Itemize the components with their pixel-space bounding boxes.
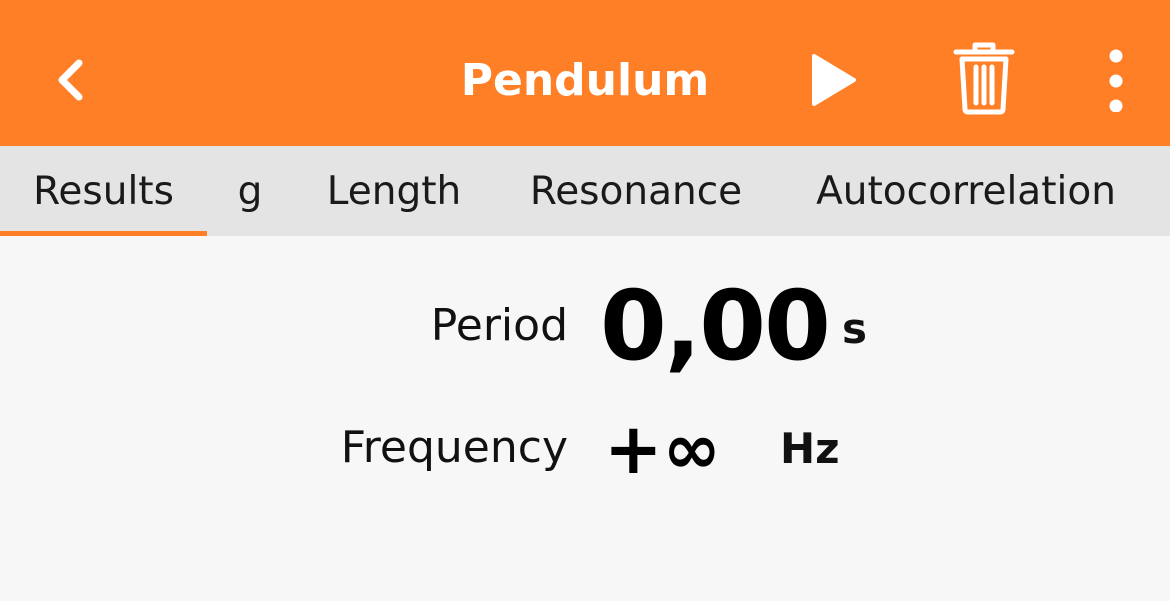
more-button[interactable]	[1090, 40, 1142, 120]
tab-label: g	[237, 168, 263, 214]
period-unit: s	[842, 304, 867, 353]
trash-icon	[953, 42, 1015, 115]
tab-label: Results	[33, 168, 174, 214]
play-button[interactable]	[798, 44, 868, 116]
tab-g[interactable]: g	[214, 146, 286, 236]
tab-label: Autocorrelation	[816, 168, 1116, 214]
frequency-label: Frequency	[340, 422, 568, 473]
frequency-value: +∞	[604, 408, 721, 490]
frequency-unit: Hz	[780, 424, 840, 473]
tab-label: Length	[326, 168, 462, 214]
tab-results[interactable]: Results	[0, 146, 207, 236]
delete-button[interactable]	[946, 38, 1022, 118]
period-value: 0,00	[600, 270, 831, 382]
more-vertical-icon	[1109, 49, 1123, 112]
tab-bar: Results g Length Resonance Autocorrelati…	[0, 146, 1170, 236]
app-root: Pendulum Results g Length Resonance Auto…	[0, 0, 1170, 601]
page-title: Pendulum	[460, 54, 710, 106]
period-label: Period	[430, 300, 568, 351]
play-icon	[812, 54, 856, 106]
tab-label: Resonance	[529, 168, 743, 214]
chevron-left-icon	[58, 59, 83, 101]
back-button[interactable]	[40, 44, 100, 116]
tab-autocorrelation[interactable]: Autocorrelation	[800, 146, 1132, 236]
tab-resonance[interactable]: Resonance	[512, 146, 760, 236]
tab-length[interactable]: Length	[312, 146, 476, 236]
app-header: Pendulum	[0, 0, 1170, 146]
